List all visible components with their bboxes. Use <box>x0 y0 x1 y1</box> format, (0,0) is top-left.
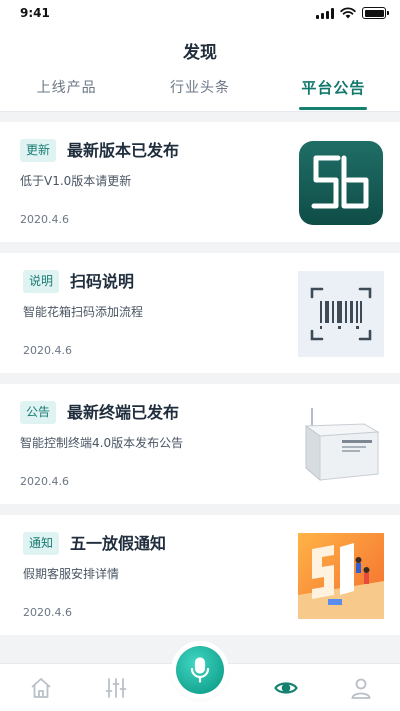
card-tag: 公告 <box>20 401 57 424</box>
active-tab-indicator <box>299 107 368 110</box>
app-logo-icon <box>298 140 384 226</box>
wifi-icon <box>340 7 356 19</box>
terminal-device-image <box>298 402 384 488</box>
tab-online-products[interactable]: 上线产品 <box>0 76 133 110</box>
page-title: 发现 <box>183 43 217 63</box>
status-time: 9:41 <box>20 6 50 20</box>
eye-icon[interactable] <box>274 676 298 700</box>
card-desc: 假期客服安排详情 <box>23 567 120 581</box>
holiday-illustration <box>298 533 384 619</box>
user-icon[interactable] <box>349 676 373 700</box>
list-item[interactable]: 公告 最新终端已发布 智能控制终端4.0版本发布公告 2020.4.6 <box>0 384 400 504</box>
tab-industry-news[interactable]: 行业头条 <box>133 76 266 110</box>
signal-icon <box>316 7 334 19</box>
status-bar: 9:41 <box>0 0 400 26</box>
card-title: 五一放假通知 <box>70 534 167 553</box>
card-title: 最新终端已发布 <box>67 403 180 422</box>
tab-label: 平台公告 <box>301 79 366 97</box>
tab-bar: 上线产品 行业头条 平台公告 <box>0 76 400 110</box>
list-item[interactable]: 说明 扫码说明 智能花箱扫码添加流程 2020.4.6 <box>0 253 400 373</box>
tab-label: 行业头条 <box>169 80 230 96</box>
tab-label: 上线产品 <box>36 80 97 96</box>
sliders-icon[interactable] <box>104 676 128 700</box>
card-tag: 说明 <box>23 270 60 293</box>
home-icon[interactable] <box>29 676 53 700</box>
barcode-scan-icon <box>298 271 384 357</box>
card-date: 2020.4.6 <box>20 475 69 488</box>
card-date: 2020.4.6 <box>20 213 69 226</box>
card-desc: 低于V1.0版本请更新 <box>20 174 132 188</box>
microphone-icon <box>190 657 210 683</box>
list-item[interactable]: 更新 最新版本已发布 低于V1.0版本请更新 2020.4.6 <box>0 122 400 242</box>
card-title: 扫码说明 <box>70 272 135 291</box>
card-title: 最新版本已发布 <box>67 141 180 160</box>
tab-platform-announcements[interactable]: 平台公告 <box>267 76 400 110</box>
card-date: 2020.4.6 <box>23 606 72 619</box>
header: 发现 上线产品 行业头条 平台公告 <box>0 26 400 112</box>
battery-icon <box>362 7 389 19</box>
card-date: 2020.4.6 <box>23 344 72 357</box>
list-item[interactable]: 通知 五一放假通知 假期客服安排详情 2020.4.6 <box>0 515 400 635</box>
card-desc: 智能花箱扫码添加流程 <box>23 305 144 319</box>
card-tag: 更新 <box>20 139 57 162</box>
card-tag: 通知 <box>23 532 60 555</box>
card-desc: 智能控制终端4.0版本发布公告 <box>20 436 184 450</box>
microphone-button[interactable] <box>176 646 224 694</box>
status-icons <box>316 7 389 19</box>
